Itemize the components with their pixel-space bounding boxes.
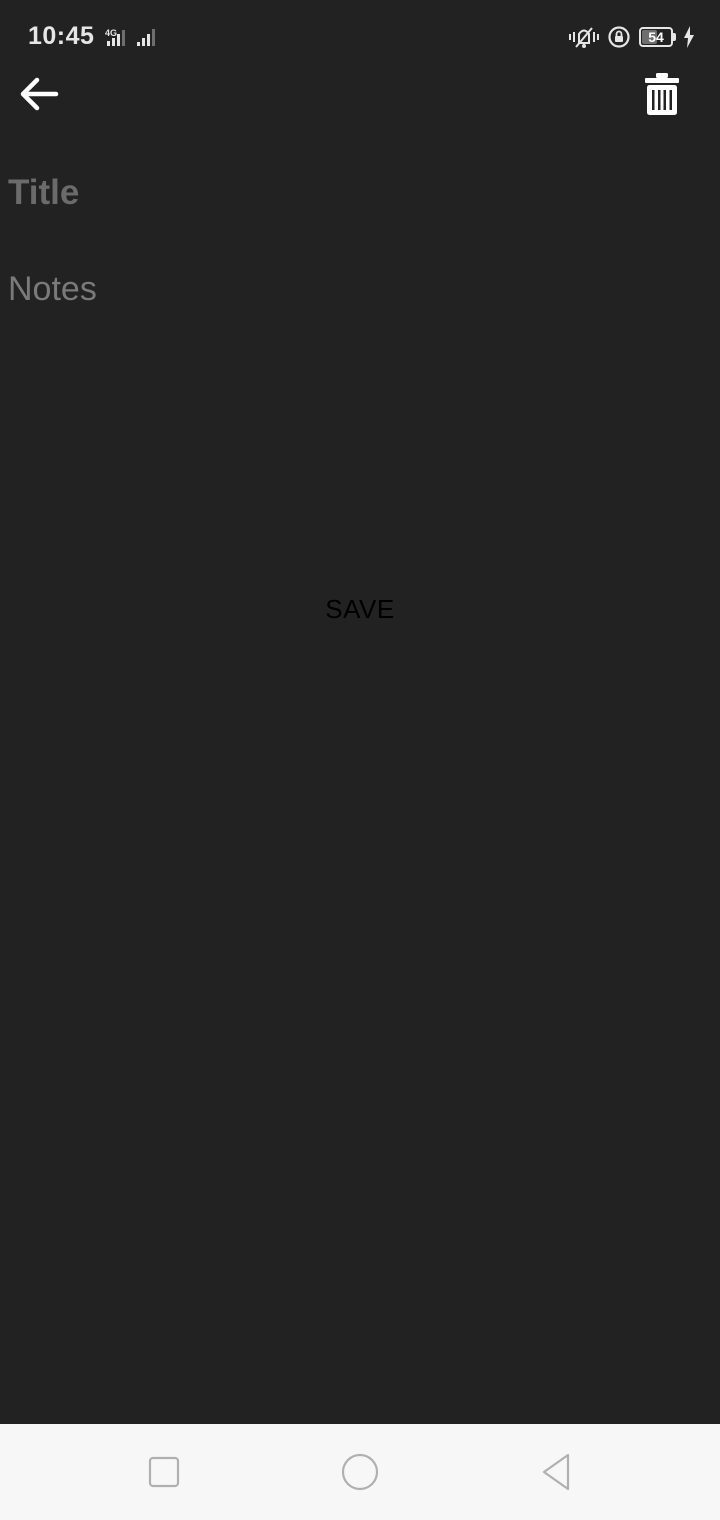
status-bar: 10:45 4G 54	[0, 0, 720, 72]
status-icons: 54	[569, 24, 694, 50]
battery-level: 54	[648, 29, 664, 45]
signal-icon: 4G	[105, 28, 155, 46]
network-type-label: 4G	[105, 28, 117, 38]
recents-square-icon	[148, 1456, 180, 1488]
rotation-lock-icon	[608, 26, 630, 48]
note-editor-screen: 10:45 4G 54 Title Notes SAVE	[0, 0, 720, 1520]
battery-body: 54	[639, 27, 673, 47]
arrow-left-icon	[20, 77, 59, 111]
back-button[interactable]	[14, 68, 66, 120]
charging-icon	[684, 26, 694, 48]
battery-icon: 54	[639, 27, 676, 47]
battery-cap	[673, 33, 676, 41]
back-triangle-icon	[542, 1453, 570, 1491]
trash-icon	[645, 73, 679, 115]
navigation-bar	[0, 1424, 720, 1520]
home-button[interactable]	[334, 1446, 386, 1498]
delete-button[interactable]	[636, 68, 688, 120]
save-button[interactable]: SAVE	[300, 586, 420, 632]
vibrate-icon	[569, 27, 599, 48]
recents-button[interactable]	[138, 1446, 190, 1498]
status-time: 10:45	[28, 22, 95, 50]
nav-back-button[interactable]	[530, 1446, 582, 1498]
home-circle-icon	[341, 1453, 379, 1491]
title-input[interactable]	[8, 166, 708, 220]
notes-input[interactable]	[8, 270, 708, 570]
